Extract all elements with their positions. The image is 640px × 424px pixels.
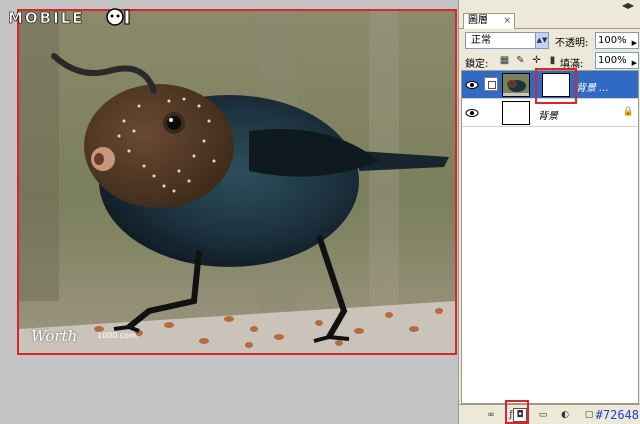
lock-all-icon[interactable]: ▮ <box>547 55 558 66</box>
lock-icon: 🔒 <box>622 107 634 117</box>
opacity-value: 100% <box>598 35 627 46</box>
fill-field[interactable]: 100% ▶ <box>595 52 639 69</box>
photo-credit: Worth <box>31 327 78 345</box>
document-workspace: Worth 1000.com MOBILE <box>0 0 458 424</box>
layers-panel: ◀▶ 圖層 × 正常 ▲▼ 不透明: 100% ▶ 鎖定: ▦ ✎ ✛ ▮ 填滿… <box>458 0 640 424</box>
eye-icon[interactable] <box>465 107 479 119</box>
lock-image-icon[interactable]: ✎ <box>515 55 526 66</box>
add-mask-highlight-box <box>505 400 529 424</box>
new-layer-icon[interactable]: ▢ <box>583 409 595 421</box>
blend-mode-dropdown-icon[interactable]: ▲▼ <box>535 33 548 48</box>
background-thumbnail[interactable] <box>502 101 530 125</box>
layer-mask-link-icon[interactable] <box>484 77 498 91</box>
opacity-label: 不透明: <box>555 38 589 49</box>
mobile01-watermark-logo: MOBILE <box>8 8 130 27</box>
lock-position-icon[interactable]: ✛ <box>531 55 542 66</box>
blend-row: 正常 ▲▼ 不透明: 100% ▶ <box>463 31 639 51</box>
layer-name[interactable]: 背景 ... <box>576 79 609 94</box>
panel-tab-row: 圖層 × <box>459 12 640 29</box>
mask-highlight-box <box>535 68 577 104</box>
photo-credit-site: 1000.com <box>97 331 137 340</box>
layers-list: 背景 ... 背景 🔒 <box>461 70 639 404</box>
blend-mode-value: 正常 <box>471 35 491 46</box>
blend-mode-select[interactable]: 正常 ▲▼ <box>465 32 549 49</box>
lock-label: 鎖定: <box>465 59 489 70</box>
watermark-text: MOBILE <box>8 9 85 27</box>
image-canvas[interactable]: Worth 1000.com <box>17 9 457 355</box>
opacity-field[interactable]: 100% ▶ <box>595 32 639 49</box>
fill-value: 100% <box>598 55 627 66</box>
layer-name[interactable]: 背景 <box>538 107 558 122</box>
panel-menu-icon[interactable]: ◀▶ <box>618 1 638 11</box>
lock-transparency-icon[interactable]: ▦ <box>499 55 510 66</box>
tab-close-icon[interactable]: × <box>503 14 511 28</box>
layer-thumbnail[interactable] <box>502 73 530 97</box>
fill-dropdown-icon[interactable]: ▶ <box>632 56 637 71</box>
eye-icon[interactable] <box>465 79 479 91</box>
post-number: #72648 <box>595 408 639 422</box>
link-layers-icon[interactable]: ∞ <box>485 409 497 421</box>
opacity-dropdown-icon[interactable]: ▶ <box>632 36 637 51</box>
adjustment-layer-icon[interactable]: ◐ <box>559 409 571 421</box>
panel-title-bar[interactable]: ◀▶ <box>459 0 640 12</box>
tab-layers[interactable]: 圖層 × <box>463 13 515 29</box>
bird-photo <box>19 11 455 353</box>
tab-layers-label: 圖層 <box>468 15 488 26</box>
new-group-icon[interactable]: ▭ <box>537 409 549 421</box>
panel-bottom-toolbar: ∞ ƒ ◘ ▭ ◐ ▢ #72648 <box>459 404 640 424</box>
